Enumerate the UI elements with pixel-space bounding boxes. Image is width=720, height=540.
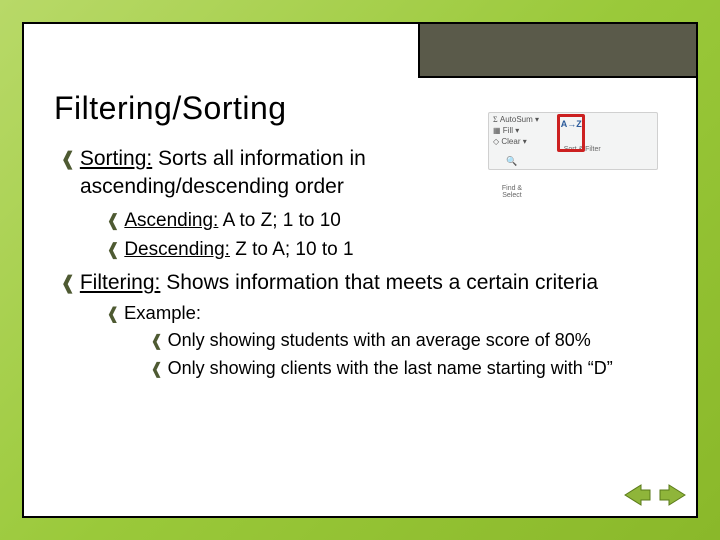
bullet-example-2: ❰Only showing clients with the last name… — [150, 357, 666, 380]
ascending-term: Ascending: — [124, 210, 218, 231]
prev-slide-button[interactable] — [622, 482, 652, 508]
bullet-icon: ❰ — [106, 240, 120, 259]
ascending-desc: A to Z; 1 to 10 — [218, 210, 341, 231]
find-icon: 🔍 — [493, 157, 531, 167]
bullet-example: ❰Example: ❰Only showing students with an… — [106, 301, 666, 380]
bullet-ascending: ❰Ascending: A to Z; 1 to 10 — [106, 208, 414, 234]
sort-filter-highlight: A→Z — [557, 114, 585, 152]
accent-rectangle — [418, 22, 698, 78]
ribbon-clear-label: Clear — [501, 137, 520, 146]
bullet-icon: ❰ — [150, 360, 164, 378]
nav-arrows — [622, 482, 688, 508]
bullet-icon: ❰ — [106, 211, 120, 230]
excel-ribbon-thumbnail: Σ AutoSum ▾ ▦ Fill ▾ ◇ Clear ▾ A→Z Sort … — [488, 112, 658, 170]
ribbon-findselect-label: Find & Select — [493, 185, 531, 200]
example-1-text: Only showing students with an average sc… — [168, 330, 591, 350]
slide-card: Σ AutoSum ▾ ▦ Fill ▾ ◇ Clear ▾ A→Z Sort … — [22, 22, 698, 518]
bullet-sorting: ❰Sorting: Sorts all information in ascen… — [60, 145, 414, 263]
bullet-example-1: ❰Only showing students with an average s… — [150, 329, 666, 352]
bullet-icon: ❰ — [60, 273, 76, 294]
ribbon-autosum-label: AutoSum — [500, 115, 533, 124]
sorting-term: Sorting: — [80, 147, 152, 170]
bullet-icon: ❰ — [60, 149, 76, 170]
sort-az-icon: A→Z — [560, 120, 582, 130]
example-label: Example: — [124, 302, 201, 323]
next-slide-button[interactable] — [658, 482, 688, 508]
bullet-descending: ❰Descending: Z to A; 10 to 1 — [106, 237, 414, 263]
bullet-icon: ❰ — [106, 304, 120, 323]
arrow-left-icon — [623, 483, 651, 507]
descending-term: Descending: — [124, 239, 230, 260]
bullet-icon: ❰ — [150, 332, 164, 350]
filtering-term: Filtering: — [80, 271, 161, 294]
slide-content: Filtering/Sorting ❰Sorting: Sorts all in… — [24, 24, 696, 406]
descending-desc: Z to A; 10 to 1 — [230, 239, 354, 260]
example-2-text: Only showing clients with the last name … — [168, 358, 613, 378]
bullet-filtering: ❰Filtering: Shows information that meets… — [60, 269, 666, 380]
ribbon-fill-label: Fill — [503, 126, 513, 135]
filtering-desc: Shows information that meets a certain c… — [160, 271, 598, 294]
arrow-right-icon — [659, 483, 687, 507]
